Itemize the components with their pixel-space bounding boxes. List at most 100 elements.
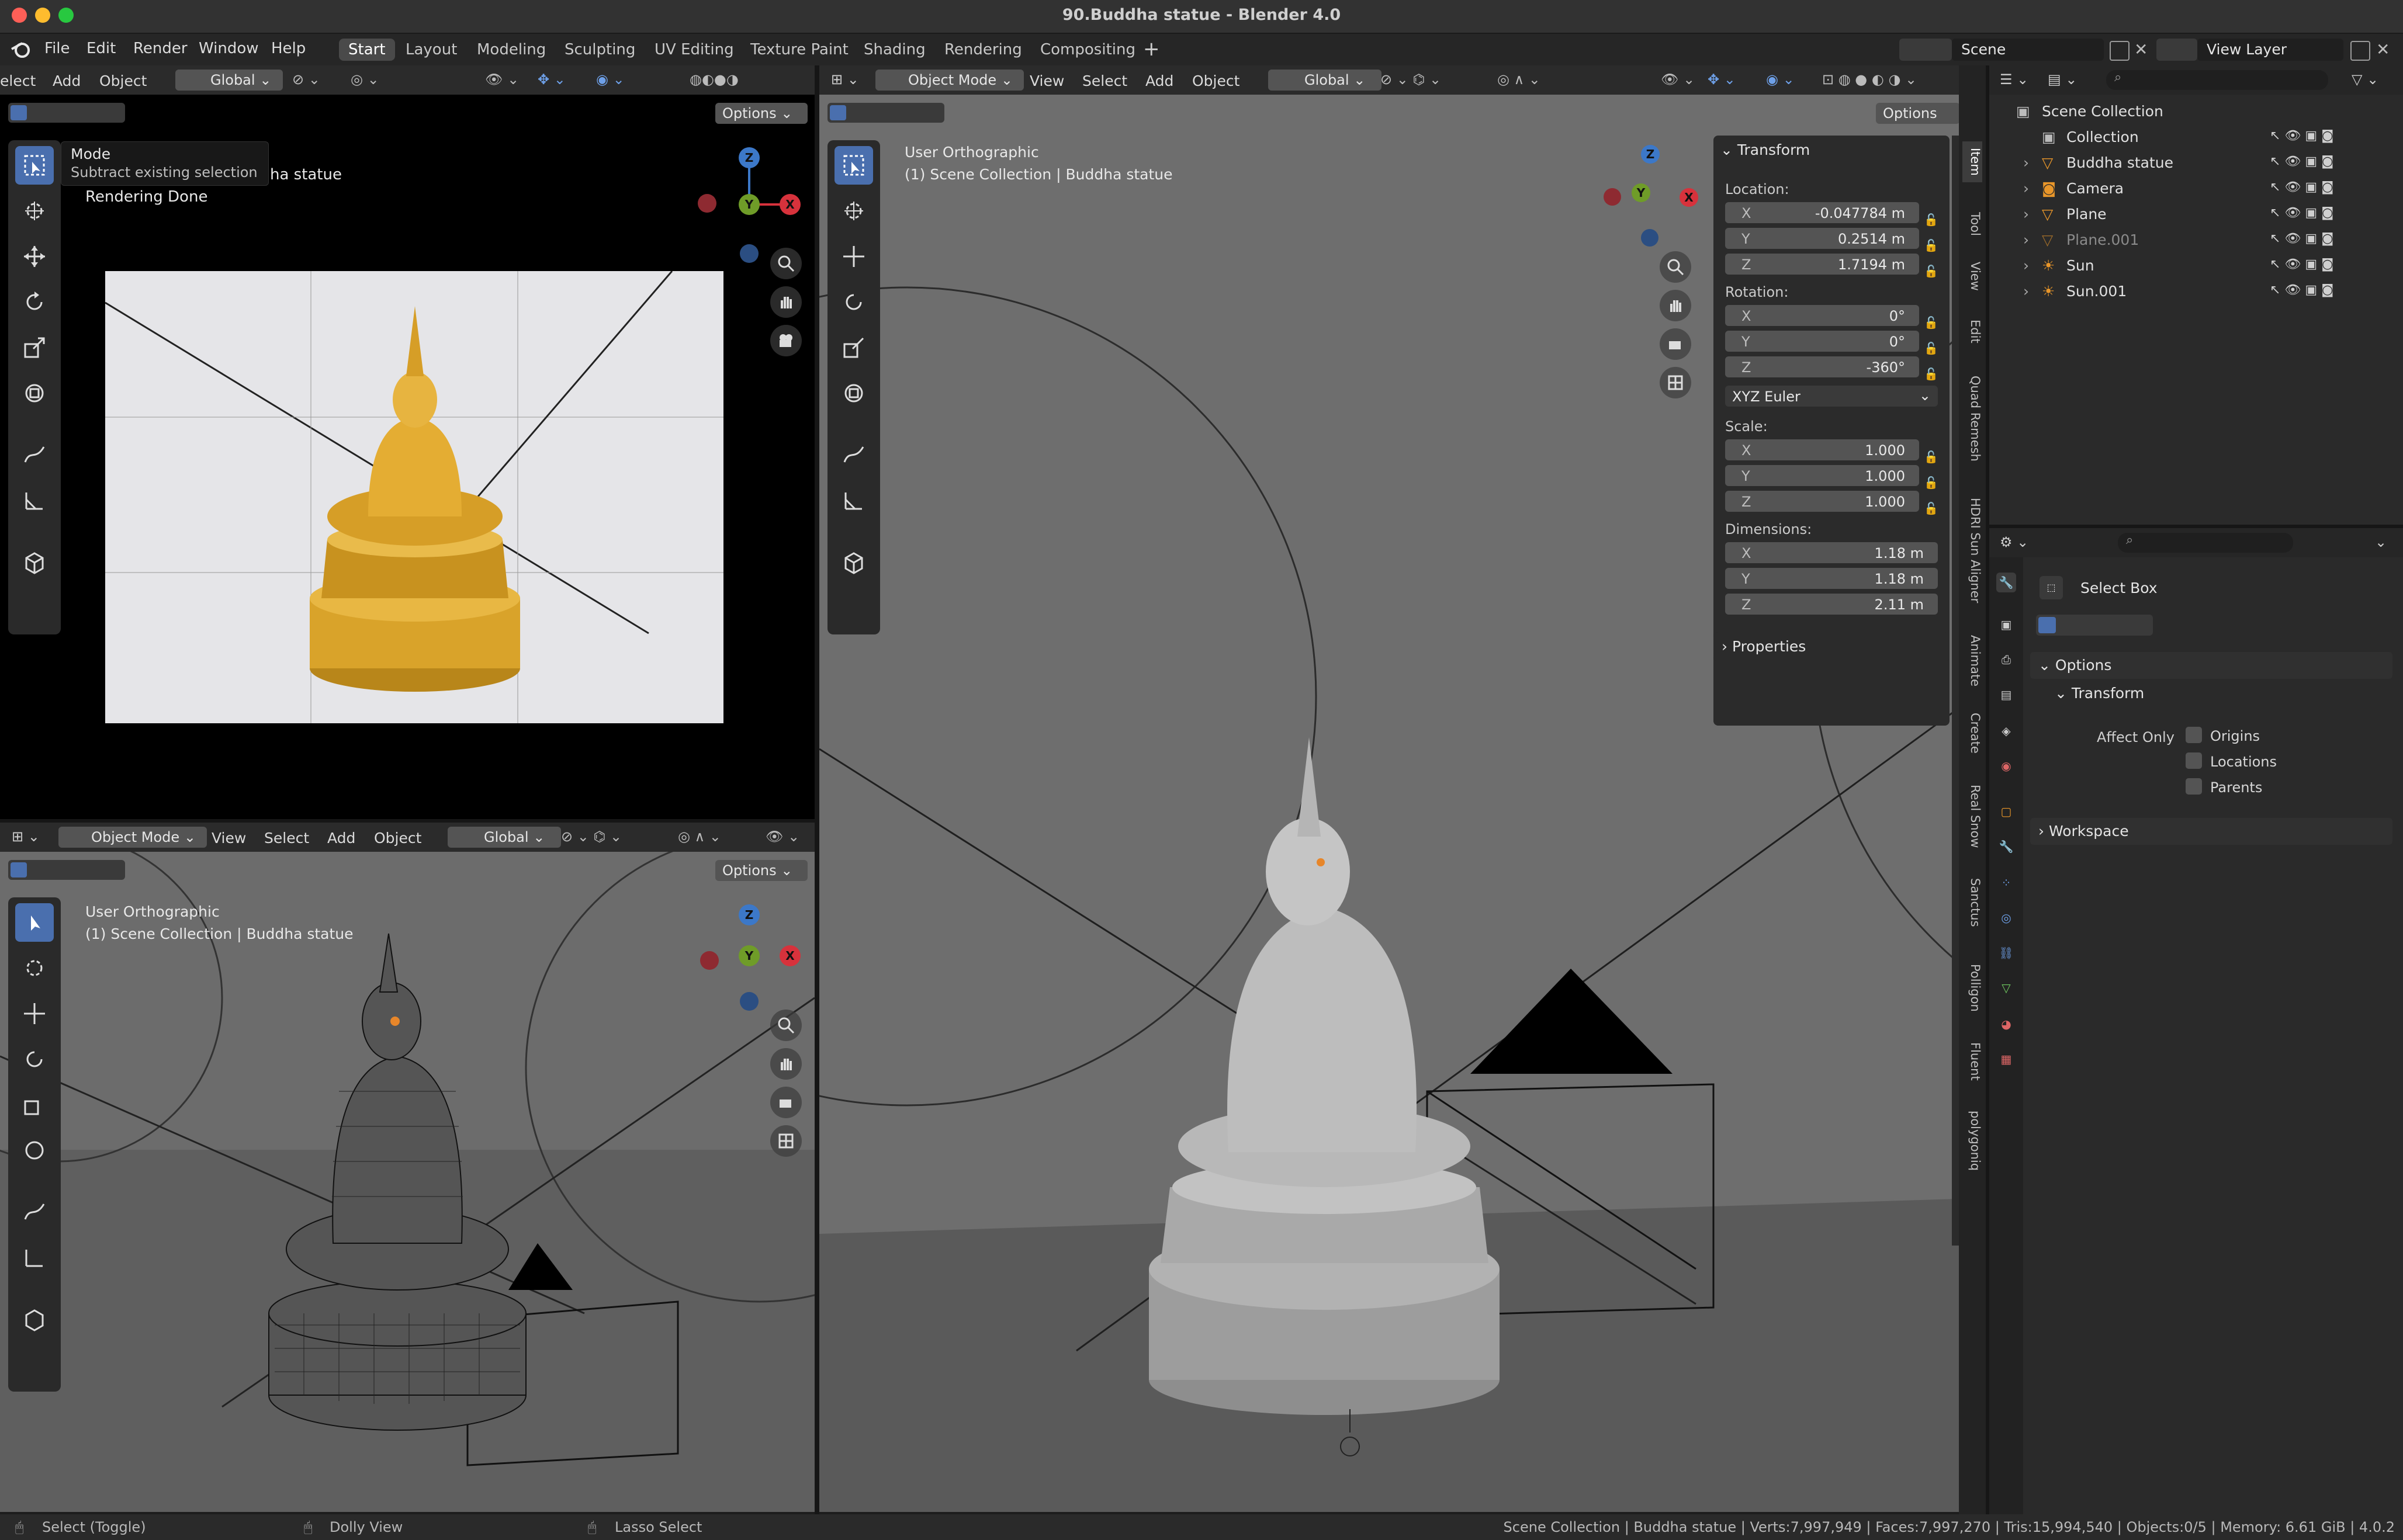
rotation-mode-dropdown[interactable]: XYZ Euler ⌄ bbox=[1725, 386, 1938, 407]
gizmo-y-axis[interactable]: Y bbox=[739, 194, 760, 215]
location-z-field[interactable]: Z 1.7194 m bbox=[1725, 254, 1919, 275]
visibility-toggles[interactable]: ↖ 👁 ▣ ◙ bbox=[2270, 283, 2333, 297]
location-y-field[interactable]: Y 0.2514 m bbox=[1725, 228, 1919, 249]
sidebar-tab-item[interactable]: Item bbox=[1962, 141, 1982, 182]
scene-selector-icon[interactable] bbox=[1899, 39, 1952, 61]
select-box-tool[interactable] bbox=[15, 903, 54, 942]
cursor-tool[interactable] bbox=[15, 949, 54, 987]
measure-tool[interactable] bbox=[835, 481, 873, 520]
selection-mode-buttons[interactable] bbox=[8, 860, 125, 880]
scale-lock-icons[interactable]: 🔓 🔓 🔓 bbox=[1924, 444, 1938, 521]
move-tool[interactable] bbox=[15, 994, 54, 1033]
camera-view-icon[interactable] bbox=[770, 1087, 802, 1118]
view-layer-properties-icon[interactable]: ▤ bbox=[1996, 685, 2016, 705]
overlay-icon[interactable]: ◉ ⌄ bbox=[1766, 71, 1795, 88]
measure-tool[interactable] bbox=[15, 1239, 54, 1277]
menu-add[interactable]: Add bbox=[327, 830, 355, 847]
chevron-down-icon[interactable]: ⌄ bbox=[2375, 534, 2387, 550]
gizmo-neg-z-axis[interactable] bbox=[1641, 229, 1658, 247]
scale-tool[interactable] bbox=[835, 328, 873, 367]
annotate-tool[interactable] bbox=[15, 1193, 54, 1232]
main-viewport[interactable]: ⊞ ⌄ Object Mode ⌄ View Select Add Object… bbox=[819, 65, 1959, 1512]
outliner-item[interactable]: › ▽ Plane.001 ↖ 👁 ▣ ◙ bbox=[1989, 228, 2403, 254]
proportional-edit-icon[interactable]: ◎ ∧ ⌄ bbox=[678, 828, 721, 845]
ortho-grid-icon[interactable] bbox=[770, 1125, 802, 1157]
locations-checkbox[interactable] bbox=[2186, 752, 2202, 769]
editor-type-icon[interactable]: ⊞ ⌄ bbox=[831, 71, 859, 88]
world-properties-icon[interactable]: ◉ bbox=[1996, 756, 2016, 776]
gizmo-neg-z-axis[interactable] bbox=[740, 992, 759, 1011]
mode-dropdown[interactable]: Object Mode ⌄ bbox=[58, 827, 207, 848]
tool-properties-icon[interactable]: 🔧 bbox=[1996, 573, 2016, 592]
particles-properties-icon[interactable]: ⁘ bbox=[1996, 873, 2016, 893]
gizmo-icon[interactable]: ✥ ⌄ bbox=[1708, 71, 1736, 88]
dimensions-z-field[interactable]: Z 2.11 m bbox=[1725, 594, 1938, 615]
menu-window[interactable]: Window bbox=[199, 40, 259, 57]
blender-logo-icon[interactable] bbox=[9, 39, 32, 61]
workspace-section-header[interactable]: › Workspace bbox=[2030, 818, 2392, 845]
rotation-z-field[interactable]: Z -360° bbox=[1725, 356, 1919, 377]
proportional-edit-icon[interactable]: ◎ ∧ ⌄ bbox=[1497, 71, 1540, 88]
zoom-icon[interactable] bbox=[770, 248, 802, 279]
visibility-toggles[interactable]: ↖ 👁 ▣ ◙ bbox=[2270, 129, 2333, 143]
menu-select[interactable]: Select bbox=[1082, 72, 1127, 89]
tab-texture-paint[interactable]: Texture Paint bbox=[741, 39, 858, 61]
rotate-tool[interactable] bbox=[15, 283, 54, 321]
gizmo-z-axis[interactable]: Z bbox=[1641, 145, 1660, 164]
editor-type-icon[interactable]: ☰ ⌄ bbox=[2000, 71, 2028, 88]
zoom-icon[interactable] bbox=[770, 1010, 802, 1041]
modifier-properties-icon[interactable]: 🔧 bbox=[1996, 837, 2016, 856]
transform-tool[interactable] bbox=[835, 374, 873, 412]
menu-view[interactable]: View bbox=[212, 830, 246, 847]
new-view-layer-icon[interactable] bbox=[2350, 41, 2370, 61]
location-x-field[interactable]: X -0.047784 m bbox=[1725, 202, 1919, 223]
sidebar-tab-hdri-sun-aligner[interactable]: HDRI Sun Aligner bbox=[1962, 486, 1982, 615]
expand-chevron-icon[interactable]: › bbox=[2023, 231, 2029, 248]
sidebar-tab-polligon[interactable]: Polligon bbox=[1962, 956, 1982, 1020]
menu-file[interactable]: File bbox=[44, 40, 70, 57]
select-box-tool[interactable] bbox=[15, 146, 54, 185]
annotate-tool[interactable] bbox=[15, 436, 54, 474]
selection-mode-buttons[interactable] bbox=[827, 103, 944, 123]
scale-x-field[interactable]: X 1.000 bbox=[1725, 439, 1919, 460]
gizmo-z-axis[interactable]: Z bbox=[739, 147, 760, 168]
pan-hand-icon[interactable] bbox=[770, 286, 802, 318]
cursor-tool[interactable] bbox=[835, 192, 873, 230]
sidebar-tab-real-snow[interactable]: Real Snow bbox=[1962, 778, 1982, 854]
gizmo-neg-x-axis[interactable] bbox=[698, 194, 716, 213]
menu-select[interactable]: Select bbox=[264, 830, 309, 847]
navigation-gizmo[interactable]: Z X Y bbox=[1588, 141, 1698, 258]
expand-chevron-icon[interactable]: › bbox=[2023, 154, 2029, 171]
tab-uv-editing[interactable]: UV Editing bbox=[645, 39, 743, 61]
tab-compositing[interactable]: Compositing bbox=[1031, 39, 1145, 61]
wireframe-viewport[interactable]: ⊞ ⌄ Object Mode ⌄ View Select Add Object… bbox=[0, 823, 815, 1512]
tab-start[interactable]: Start bbox=[339, 39, 395, 61]
zoom-icon[interactable] bbox=[1660, 251, 1691, 283]
add-workspace-icon[interactable]: + bbox=[1143, 37, 1160, 61]
sidebar-tab-edit[interactable]: Edit bbox=[1962, 311, 1982, 352]
rotation-y-field[interactable]: Y 0° bbox=[1725, 331, 1919, 352]
outliner-search-input[interactable]: ⌕ bbox=[2106, 70, 2328, 90]
header-toggles[interactable]: ⊘ ⌄ ◎ ⌄ 👁 ⌄ ✥ ⌄ ◉ ⌄ ◍◐●◑ bbox=[292, 71, 795, 89]
render-properties-icon[interactable]: ▣ bbox=[1996, 615, 2016, 634]
navigation-gizmo[interactable]: Z X Y bbox=[693, 899, 801, 1015]
expand-chevron-icon[interactable]: › bbox=[2023, 257, 2029, 274]
menu-select[interactable]: elect bbox=[0, 72, 36, 89]
new-scene-icon[interactable] bbox=[2110, 41, 2130, 61]
scene-field[interactable]: Scene bbox=[1952, 39, 2104, 61]
camera-view-icon[interactable] bbox=[770, 325, 802, 356]
filter-icon[interactable]: ▽ ⌄ bbox=[2352, 71, 2378, 88]
menu-add[interactable]: Add bbox=[53, 72, 81, 89]
dimensions-x-field[interactable]: X 1.18 m bbox=[1725, 542, 1938, 563]
menu-object[interactable]: Object bbox=[1192, 72, 1239, 89]
delete-view-layer-icon[interactable]: ✕ bbox=[2376, 40, 2390, 59]
orientation-dropdown[interactable]: Global ⌄ bbox=[1268, 70, 1381, 91]
camera-view-icon[interactable] bbox=[1660, 328, 1691, 360]
measure-tool[interactable] bbox=[15, 481, 54, 520]
pan-hand-icon[interactable] bbox=[770, 1048, 802, 1080]
scale-tool[interactable] bbox=[15, 1085, 54, 1124]
tab-shading[interactable]: Shading bbox=[854, 39, 935, 61]
gizmo-neg-x-axis[interactable] bbox=[700, 951, 719, 970]
outliner-item[interactable]: › ▽ Buddha statue ↖ 👁 ▣ ◙ bbox=[1989, 151, 2403, 176]
transform-panel-header[interactable]: ⌄ Transform bbox=[1720, 141, 1810, 158]
